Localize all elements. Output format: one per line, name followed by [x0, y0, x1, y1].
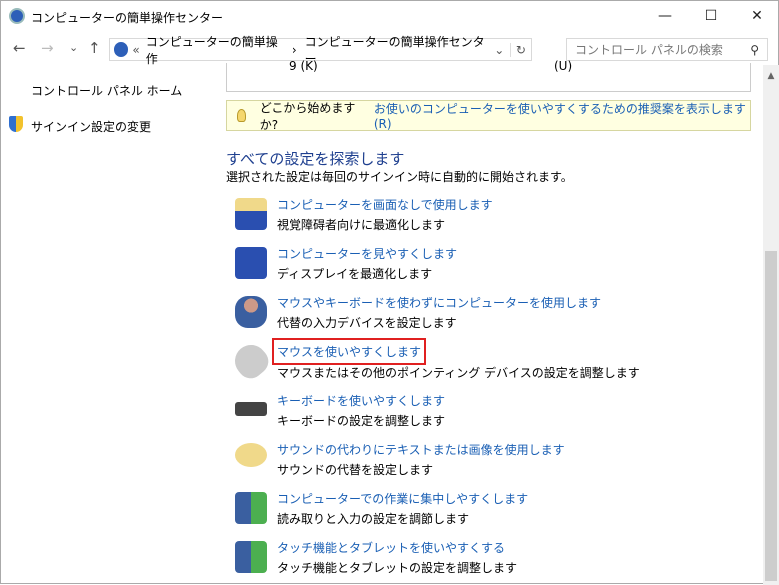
breadcrumb-1[interactable]: コンピューターの簡単操作	[146, 33, 284, 67]
top-box-left[interactable]: 9 (K)	[289, 59, 318, 73]
item-link[interactable]: タッチ機能とタブレットを使いやすくする	[277, 539, 505, 556]
app-icon	[9, 8, 25, 24]
item-desc: 読み取りと入力の設定を調節します	[277, 512, 470, 526]
monitor-speech-icon	[235, 198, 267, 230]
keyboard-icon	[235, 402, 267, 416]
item-desc: マウスまたはその他のポインティング デバイスの設定を調整します	[277, 366, 640, 380]
item-sound: サウンドの代わりにテキストまたは画像を使用します サウンドの代替を設定します	[227, 441, 747, 485]
address-prefix[interactable]: «	[132, 43, 139, 57]
breadcrumb-2[interactable]: コンピューターの簡単操作センター	[305, 33, 489, 67]
person-headset-icon	[235, 296, 267, 328]
up-button[interactable]: ↑	[88, 39, 101, 57]
scroll-up-arrow[interactable]: ▲	[763, 71, 779, 81]
section-title: すべての設定を探索します	[226, 150, 405, 168]
item-link[interactable]: キーボードを使いやすくします	[277, 392, 445, 409]
address-dropdown[interactable]: ⌄	[489, 43, 510, 57]
item-link[interactable]: コンピューターを見やすくします	[277, 245, 457, 262]
item-desc: キーボードの設定を調整します	[277, 414, 446, 428]
sidebar-item-signin[interactable]: サインイン設定の変更	[31, 118, 151, 135]
item-desc: タッチ機能とタブレットの設定を調整します	[277, 561, 518, 575]
breadcrumb-separator[interactable]: ›	[292, 43, 297, 57]
speech-bubble-icon	[235, 443, 267, 467]
location-icon	[114, 42, 129, 57]
item-link[interactable]: サウンドの代わりにテキストまたは画像を使用します	[277, 441, 565, 458]
recent-button[interactable]: ⌄	[69, 41, 78, 54]
item-link[interactable]: マウスやキーボードを使わずにコンピューターを使用します	[277, 294, 601, 311]
item-desc: 代替の入力デバイスを設定します	[277, 316, 457, 330]
tip-question: どこから始めますか?	[259, 100, 356, 132]
person-green-icon	[235, 492, 267, 524]
address-bar[interactable]: « コンピューターの簡単操作 › コンピューターの簡単操作センター ⌄ ↻	[109, 35, 532, 66]
magnifier-monitor-icon	[235, 247, 267, 279]
shield-icon	[9, 116, 23, 132]
refresh-button[interactable]: ↻	[509, 42, 531, 57]
item-link[interactable]: コンピューターを画面なしで使用します	[277, 196, 493, 213]
item-link[interactable]: コンピューターでの作業に集中しやすくします	[277, 490, 528, 507]
minimize-button[interactable]: —	[642, 1, 688, 31]
item-screen-reader: コンピューターを画面なしで使用します 視覚障碍者向けに最適化します	[227, 196, 747, 240]
lightbulb-icon	[237, 109, 246, 122]
tip-link[interactable]: お使いのコンピューターを使いやすくするための推奨案を表示します(R)	[374, 100, 750, 131]
forward-button[interactable]: →	[41, 39, 54, 57]
item-desc: サウンドの代替を設定します	[277, 463, 434, 477]
item-desc: 視覚障碍者向けに最適化します	[277, 218, 446, 232]
search-icon[interactable]: ⚲	[750, 43, 759, 57]
top-box-right[interactable]: (U)	[554, 59, 572, 73]
item-focus: コンピューターでの作業に集中しやすくします 読み取りと入力の設定を調節します	[227, 490, 747, 534]
search-placeholder: コントロール パネルの検索	[575, 43, 723, 57]
scrollbar[interactable]: ▲	[763, 65, 779, 585]
scrollbar-thumb[interactable]	[765, 251, 777, 581]
tip-banner: どこから始めますか? お使いのコンピューターを使いやすくするための推奨案を表示し…	[226, 100, 751, 132]
back-button[interactable]: ←	[13, 39, 26, 57]
item-link[interactable]: マウスを使いやすくします	[271, 338, 427, 365]
item-alt-input: マウスやキーボードを使わずにコンピューターを使用します 代替の入力デバイスを設定し…	[227, 294, 747, 338]
section-subtitle: 選択された設定は毎回のサインイン時に自動的に開始されます。	[226, 170, 573, 184]
item-display: コンピューターを見やすくします ディスプレイを最適化します	[227, 245, 747, 289]
top-box: 9 (K) (U)	[226, 59, 751, 92]
item-keyboard: キーボードを使いやすくします キーボードの設定を調整します	[227, 392, 747, 436]
mouse-icon	[228, 338, 274, 384]
search-input[interactable]: コントロール パネルの検索 ⚲	[566, 38, 768, 61]
person-tablet-icon	[235, 541, 267, 573]
sidebar-item-home[interactable]: コントロール パネル ホーム	[31, 82, 182, 99]
maximize-button[interactable]: ☐	[688, 1, 734, 31]
item-mouse: マウスを使いやすくします マウスまたはその他のポインティング デバイスの設定を調整…	[227, 338, 747, 387]
window-title: コンピューターの簡単操作センター	[31, 11, 224, 25]
item-touch: タッチ機能とタブレットを使いやすくする タッチ機能とタブレットの設定を調整します	[227, 539, 747, 583]
item-desc: ディスプレイを最適化します	[277, 267, 433, 281]
close-button[interactable]: ✕	[734, 1, 779, 31]
